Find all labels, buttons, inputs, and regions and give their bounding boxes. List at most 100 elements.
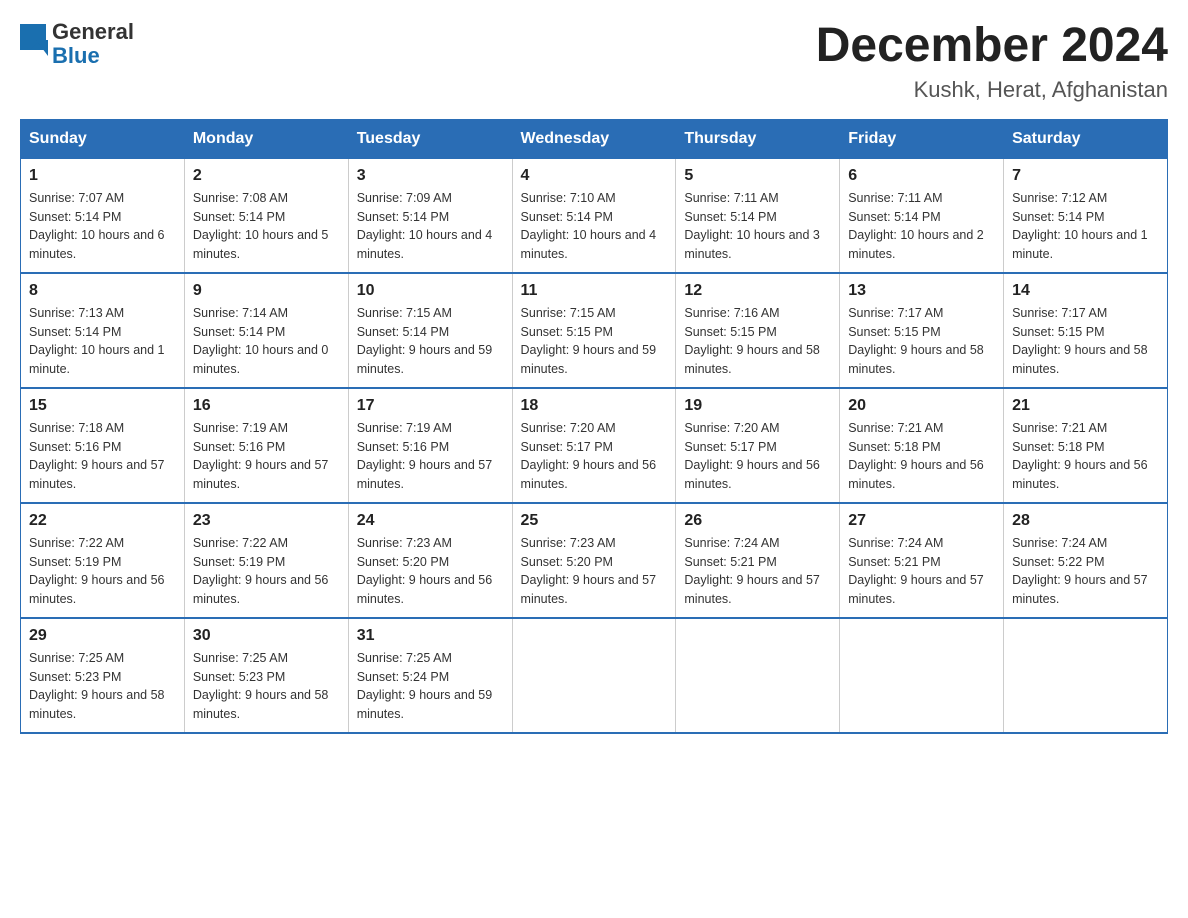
day-number: 2 bbox=[193, 167, 340, 185]
calendar-header-row: Sunday Monday Tuesday Wednesday Thursday… bbox=[21, 119, 1168, 158]
calendar-cell: 14 Sunrise: 7:17 AMSunset: 5:15 PMDayligh… bbox=[1004, 273, 1168, 388]
calendar-cell: 15Sunrise: 7:18 AMSunset: 5:16 PMDayligh… bbox=[21, 388, 185, 503]
day-number: 1 bbox=[29, 167, 176, 185]
calendar-cell: 13 Sunrise: 7:17 AMSunset: 5:15 PMDayligh… bbox=[840, 273, 1004, 388]
logo-text: General Blue bbox=[52, 20, 134, 68]
day-number: 5 bbox=[684, 167, 831, 185]
calendar-table: Sunday Monday Tuesday Wednesday Thursday… bbox=[20, 119, 1168, 734]
day-number: 28 bbox=[1012, 512, 1159, 530]
header-thursday: Thursday bbox=[676, 119, 840, 158]
day-info: Sunrise: 7:21 AMSunset: 5:18 PMDaylight:… bbox=[1012, 419, 1159, 494]
month-title: December 2024 bbox=[816, 20, 1168, 73]
header-wednesday: Wednesday bbox=[512, 119, 676, 158]
calendar-cell: 30Sunrise: 7:25 AMSunset: 5:23 PMDayligh… bbox=[184, 618, 348, 733]
day-info: Sunrise: 7:19 AMSunset: 5:16 PMDaylight:… bbox=[357, 419, 504, 494]
calendar-cell: 29 Sunrise: 7:25 AMSunset: 5:23 PMDayligh… bbox=[21, 618, 185, 733]
day-number: 14 bbox=[1012, 282, 1159, 300]
calendar-cell bbox=[840, 618, 1004, 733]
page-header: General Blue December 2024 Kushk, Herat,… bbox=[20, 20, 1168, 103]
calendar-cell: 25 Sunrise: 7:23 AMSunset: 5:20 PMDayligh… bbox=[512, 503, 676, 618]
day-number: 26 bbox=[684, 512, 831, 530]
day-info: Sunrise: 7:17 AMSunset: 5:15 PMDaylight:… bbox=[1012, 304, 1159, 379]
day-info: Sunrise: 7:20 AMSunset: 5:17 PMDaylight:… bbox=[684, 419, 831, 494]
calendar-cell: 4 Sunrise: 7:10 AMSunset: 5:14 PMDaylight… bbox=[512, 158, 676, 273]
logo-blue: Blue bbox=[52, 43, 100, 68]
header-saturday: Saturday bbox=[1004, 119, 1168, 158]
day-info: Sunrise: 7:15 AMSunset: 5:14 PMDaylight:… bbox=[357, 304, 504, 379]
day-number: 25 bbox=[521, 512, 668, 530]
day-info: Sunrise: 7:25 AMSunset: 5:23 PMDaylight:… bbox=[29, 649, 176, 724]
day-info: Sunrise: 7:11 AMSunset: 5:14 PMDaylight:… bbox=[848, 189, 995, 264]
calendar-cell: 7 Sunrise: 7:12 AMSunset: 5:14 PMDaylight… bbox=[1004, 158, 1168, 273]
day-info: Sunrise: 7:16 AMSunset: 5:15 PMDaylight:… bbox=[684, 304, 831, 379]
header-monday: Monday bbox=[184, 119, 348, 158]
day-info: Sunrise: 7:25 AMSunset: 5:23 PMDaylight:… bbox=[193, 649, 340, 724]
day-info: Sunrise: 7:23 AMSunset: 5:20 PMDaylight:… bbox=[521, 534, 668, 609]
day-number: 8 bbox=[29, 282, 176, 300]
header-sunday: Sunday bbox=[21, 119, 185, 158]
day-info: Sunrise: 7:24 AMSunset: 5:21 PMDaylight:… bbox=[848, 534, 995, 609]
calendar-cell: 23Sunrise: 7:22 AMSunset: 5:19 PMDayligh… bbox=[184, 503, 348, 618]
calendar-week-row: 15Sunrise: 7:18 AMSunset: 5:16 PMDayligh… bbox=[21, 388, 1168, 503]
calendar-cell: 11 Sunrise: 7:15 AMSunset: 5:15 PMDayligh… bbox=[512, 273, 676, 388]
calendar-cell: 8 Sunrise: 7:13 AMSunset: 5:14 PMDaylight… bbox=[21, 273, 185, 388]
day-number: 6 bbox=[848, 167, 995, 185]
day-info: Sunrise: 7:18 AMSunset: 5:16 PMDaylight:… bbox=[29, 419, 176, 494]
day-number: 23 bbox=[193, 512, 340, 530]
day-info: Sunrise: 7:22 AMSunset: 5:19 PMDaylight:… bbox=[29, 534, 176, 609]
calendar-cell: 28 Sunrise: 7:24 AMSunset: 5:22 PMDayligh… bbox=[1004, 503, 1168, 618]
logo-general: General bbox=[52, 19, 134, 44]
calendar-cell: 9Sunrise: 7:14 AMSunset: 5:14 PMDaylight… bbox=[184, 273, 348, 388]
day-number: 13 bbox=[848, 282, 995, 300]
calendar-cell: 19Sunrise: 7:20 AMSunset: 5:17 PMDayligh… bbox=[676, 388, 840, 503]
day-number: 12 bbox=[684, 282, 831, 300]
calendar-cell: 2Sunrise: 7:08 AMSunset: 5:14 PMDaylight… bbox=[184, 158, 348, 273]
day-info: Sunrise: 7:19 AMSunset: 5:16 PMDaylight:… bbox=[193, 419, 340, 494]
day-number: 17 bbox=[357, 397, 504, 415]
header-friday: Friday bbox=[840, 119, 1004, 158]
calendar-cell: 26 Sunrise: 7:24 AMSunset: 5:21 PMDayligh… bbox=[676, 503, 840, 618]
calendar-cell: 1Sunrise: 7:07 AMSunset: 5:14 PMDaylight… bbox=[21, 158, 185, 273]
day-info: Sunrise: 7:13 AMSunset: 5:14 PMDaylight:… bbox=[29, 304, 176, 379]
day-info: Sunrise: 7:11 AMSunset: 5:14 PMDaylight:… bbox=[684, 189, 831, 264]
calendar-cell: 10 Sunrise: 7:15 AMSunset: 5:14 PMDayligh… bbox=[348, 273, 512, 388]
calendar-cell: 18 Sunrise: 7:20 AMSunset: 5:17 PMDayligh… bbox=[512, 388, 676, 503]
calendar-cell: 27Sunrise: 7:24 AMSunset: 5:21 PMDayligh… bbox=[840, 503, 1004, 618]
day-number: 18 bbox=[521, 397, 668, 415]
day-info: Sunrise: 7:24 AMSunset: 5:21 PMDaylight:… bbox=[684, 534, 831, 609]
day-number: 10 bbox=[357, 282, 504, 300]
calendar-week-row: 8 Sunrise: 7:13 AMSunset: 5:14 PMDaylight… bbox=[21, 273, 1168, 388]
day-number: 29 bbox=[29, 627, 176, 645]
calendar-cell: 21Sunrise: 7:21 AMSunset: 5:18 PMDayligh… bbox=[1004, 388, 1168, 503]
day-info: Sunrise: 7:15 AMSunset: 5:15 PMDaylight:… bbox=[521, 304, 668, 379]
calendar-cell bbox=[1004, 618, 1168, 733]
calendar-cell: 20 Sunrise: 7:21 AMSunset: 5:18 PMDayligh… bbox=[840, 388, 1004, 503]
calendar-cell: 22Sunrise: 7:22 AMSunset: 5:19 PMDayligh… bbox=[21, 503, 185, 618]
calendar-week-row: 29 Sunrise: 7:25 AMSunset: 5:23 PMDayligh… bbox=[21, 618, 1168, 733]
calendar-cell: 3Sunrise: 7:09 AMSunset: 5:14 PMDaylight… bbox=[348, 158, 512, 273]
day-number: 31 bbox=[357, 627, 504, 645]
calendar-cell: 31Sunrise: 7:25 AMSunset: 5:24 PMDayligh… bbox=[348, 618, 512, 733]
day-info: Sunrise: 7:10 AMSunset: 5:14 PMDaylight:… bbox=[521, 189, 668, 264]
day-number: 11 bbox=[521, 282, 668, 300]
day-number: 16 bbox=[193, 397, 340, 415]
title-block: December 2024 Kushk, Herat, Afghanistan bbox=[816, 20, 1168, 103]
calendar-week-row: 1Sunrise: 7:07 AMSunset: 5:14 PMDaylight… bbox=[21, 158, 1168, 273]
logo-icon bbox=[20, 24, 50, 60]
location: Kushk, Herat, Afghanistan bbox=[816, 77, 1168, 103]
calendar-cell: 5 Sunrise: 7:11 AMSunset: 5:14 PMDaylight… bbox=[676, 158, 840, 273]
calendar-cell: 12 Sunrise: 7:16 AMSunset: 5:15 PMDayligh… bbox=[676, 273, 840, 388]
day-info: Sunrise: 7:23 AMSunset: 5:20 PMDaylight:… bbox=[357, 534, 504, 609]
day-number: 20 bbox=[848, 397, 995, 415]
day-info: Sunrise: 7:12 AMSunset: 5:14 PMDaylight:… bbox=[1012, 189, 1159, 264]
day-info: Sunrise: 7:20 AMSunset: 5:17 PMDaylight:… bbox=[521, 419, 668, 494]
day-number: 7 bbox=[1012, 167, 1159, 185]
day-number: 4 bbox=[521, 167, 668, 185]
day-info: Sunrise: 7:09 AMSunset: 5:14 PMDaylight:… bbox=[357, 189, 504, 264]
day-info: Sunrise: 7:24 AMSunset: 5:22 PMDaylight:… bbox=[1012, 534, 1159, 609]
day-info: Sunrise: 7:21 AMSunset: 5:18 PMDaylight:… bbox=[848, 419, 995, 494]
day-info: Sunrise: 7:17 AMSunset: 5:15 PMDaylight:… bbox=[848, 304, 995, 379]
calendar-cell bbox=[512, 618, 676, 733]
calendar-cell: 17 Sunrise: 7:19 AMSunset: 5:16 PMDayligh… bbox=[348, 388, 512, 503]
calendar-cell: 16 Sunrise: 7:19 AMSunset: 5:16 PMDayligh… bbox=[184, 388, 348, 503]
